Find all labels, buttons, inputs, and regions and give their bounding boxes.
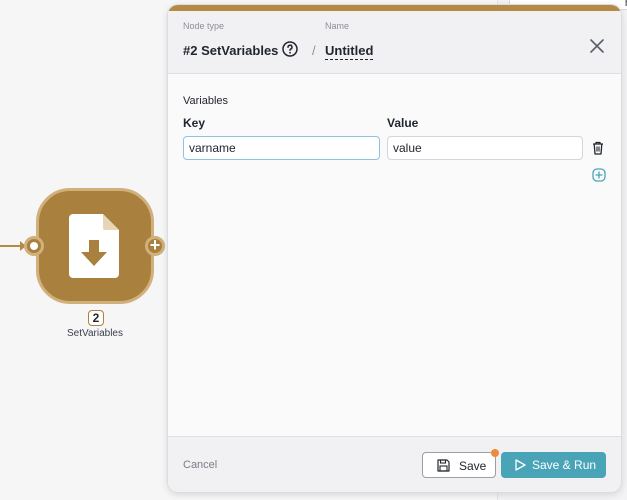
node-output-port-add[interactable]: +	[145, 236, 165, 256]
file-download-icon	[69, 214, 119, 278]
panel-header: Node type Name #2 SetVariables / Untitle…	[168, 11, 621, 74]
name-label: Name	[325, 21, 350, 31]
key-column-header: Key	[183, 116, 206, 130]
node-settings-panel: Node type Name #2 SetVariables / Untitle…	[168, 5, 621, 492]
unsaved-indicator-dot	[491, 449, 499, 457]
node-type-label: Node type	[183, 21, 225, 31]
play-icon	[515, 459, 526, 471]
variables-section-title: Variables	[183, 95, 229, 107]
header-separator: /	[312, 43, 316, 58]
value-column-header: Value	[387, 116, 419, 130]
node-label: SetVariables	[67, 328, 123, 339]
node-name-editable[interactable]: Untitled	[325, 43, 374, 60]
save-and-run-label: Save & Run	[532, 458, 597, 472]
save-button-label: Save	[459, 459, 487, 473]
variable-key-input[interactable]	[183, 136, 380, 160]
trash-icon[interactable]	[592, 141, 604, 155]
node-input-port[interactable]	[24, 236, 44, 256]
save-button[interactable]: Save	[422, 449, 499, 478]
node-number-badge: 2	[88, 310, 104, 326]
add-row-icon[interactable]	[592, 168, 606, 182]
cancel-button[interactable]: Cancel	[183, 459, 217, 471]
save-icon	[437, 459, 450, 472]
close-icon[interactable]	[589, 38, 605, 54]
save-and-run-button[interactable]: Save & Run	[501, 452, 606, 478]
node-type-value: #2 SetVariables	[183, 43, 279, 58]
variable-value-input[interactable]	[387, 136, 583, 160]
help-icon[interactable]	[282, 41, 298, 57]
panel-footer: Cancel Save Save & Run	[168, 436, 621, 492]
